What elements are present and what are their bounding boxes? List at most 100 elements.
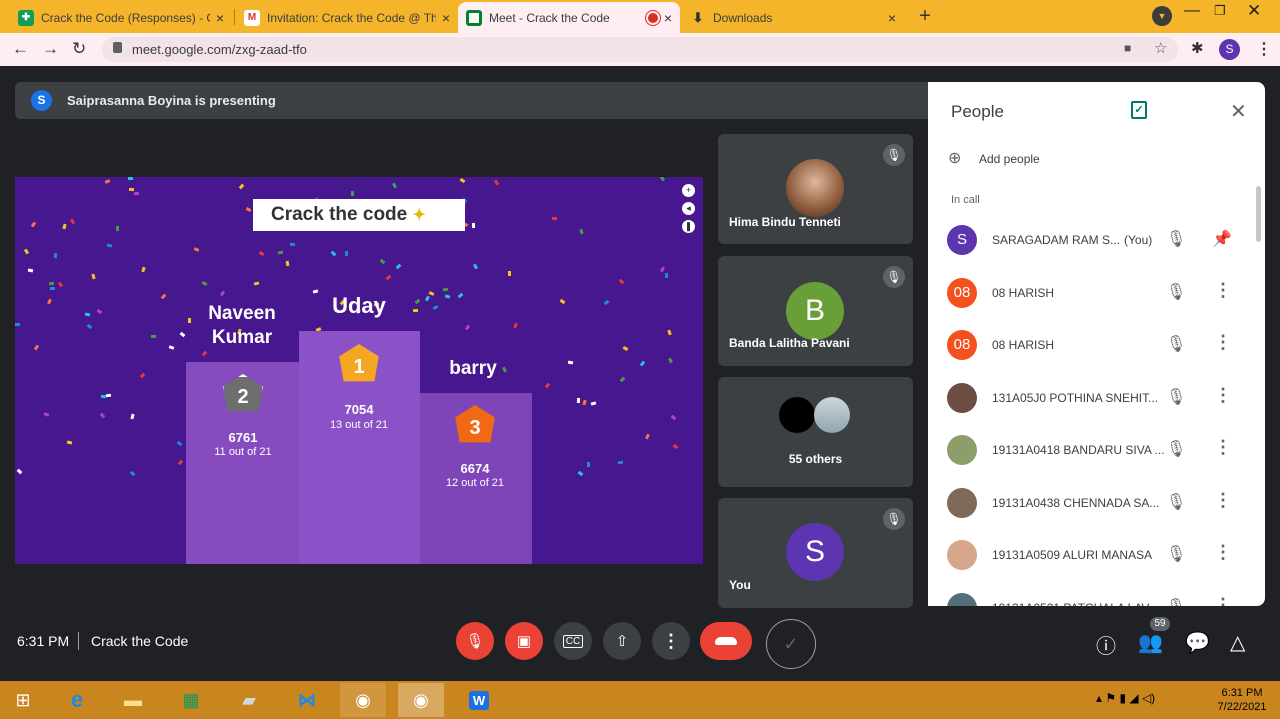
participant-row[interactable]: 19131A0438 CHENNADA SA... 🎙 ⋮ xyxy=(928,478,1265,530)
leave-call-button[interactable] xyxy=(700,622,752,660)
others-tile[interactable]: 55 others xyxy=(718,377,913,487)
participant-row[interactable]: 08 08 HARISH 🎙 ⋮ xyxy=(928,268,1265,320)
close-tab-icon[interactable]: × xyxy=(664,10,672,26)
more-options-icon[interactable]: ⋮ xyxy=(1214,542,1232,563)
hang-up-icon xyxy=(715,637,737,645)
internet-explorer-icon[interactable]: e xyxy=(54,683,100,717)
activities-icon[interactable]: △ xyxy=(1230,630,1245,655)
wps-writer-icon[interactable]: W xyxy=(456,683,502,717)
people-icon[interactable]: 👥 xyxy=(1138,630,1163,655)
confetti-piece xyxy=(622,345,629,352)
camera-toggle-button[interactable]: ▣ xyxy=(505,622,543,660)
more-options-button[interactable]: ⋮ xyxy=(652,622,690,660)
close-panel-icon[interactable]: ✕ xyxy=(1230,99,1247,124)
chrome-menu-icon[interactable]: ⋮ xyxy=(1256,39,1272,59)
file-explorer-icon[interactable]: ▬ xyxy=(110,683,156,717)
google-sheets-icon: ✚ xyxy=(18,9,34,26)
back-arrow-icon[interactable]: ← xyxy=(12,39,29,59)
tab-gmail-invitation[interactable]: M Invitation: Crack the Code @ Thu × xyxy=(236,2,458,33)
close-tab-icon[interactable]: × xyxy=(442,10,450,26)
participant-row[interactable]: 08 08 HARISH 🎙 ⋮ xyxy=(928,320,1265,372)
system-tray-icons[interactable]: ▴ ⚑ ▮ ◢ ◁) xyxy=(1096,691,1155,705)
more-options-icon[interactable]: ⋮ xyxy=(1214,595,1232,607)
microphone-toggle-button[interactable]: 🎙 xyxy=(456,622,494,660)
close-window-icon[interactable]: ✕ xyxy=(1247,1,1261,21)
captions-button[interactable]: CC xyxy=(554,622,592,660)
lock-icon xyxy=(113,42,122,53)
recording-indicator-icon xyxy=(647,12,658,23)
participant-row[interactable]: 19131A0521 PATCHALA LAV...🎙⋮ xyxy=(928,583,1265,607)
confetti-piece xyxy=(115,225,120,232)
chrome-window-icon[interactable]: ◉ xyxy=(340,683,386,717)
confetti-piece xyxy=(99,412,106,419)
more-options-icon[interactable]: ⋮ xyxy=(1214,332,1232,353)
participant-name: 19131A0438 CHENNADA SA... xyxy=(992,495,1160,510)
confetti-piece xyxy=(33,344,40,351)
mic-off-icon[interactable]: 🎙 xyxy=(1166,387,1186,407)
mic-off-icon[interactable]: 🎙 xyxy=(1166,544,1186,564)
confetti-piece xyxy=(603,299,610,306)
forward-arrow-icon[interactable]: → xyxy=(42,39,59,59)
mic-off-icon[interactable]: 🎙 xyxy=(1166,492,1186,512)
self-tile[interactable]: 🎙 S You xyxy=(718,498,913,608)
participant-tile[interactable]: 🎙 B Banda Lalitha Pavani xyxy=(718,256,913,366)
confetti-piece xyxy=(176,440,183,447)
panel-scrollbar[interactable] xyxy=(1256,186,1261,242)
participant-row[interactable]: 131A05J0 POTHINA SNEHIT... 🎙 ⋮ xyxy=(928,373,1265,425)
vscode-icon[interactable]: ⋈ xyxy=(284,683,330,717)
close-tab-icon[interactable]: × xyxy=(888,10,896,26)
captions-icon: CC xyxy=(562,634,584,648)
mic-off-icon[interactable]: 🎙 xyxy=(1166,334,1186,354)
confetti-piece xyxy=(201,350,208,357)
participant-avatar xyxy=(947,435,977,465)
start-windows-icon[interactable]: ⊞ xyxy=(0,683,46,717)
mic-off-icon[interactable]: 🎙 xyxy=(1166,597,1186,607)
present-screen-button[interactable]: ⇧ xyxy=(603,622,641,660)
confetti-piece xyxy=(344,250,349,257)
confetti-piece xyxy=(667,329,672,336)
tab-sheets-responses[interactable]: ✚ Crack the Code (Responses) - Go × xyxy=(10,2,232,33)
profile-avatar[interactable]: S xyxy=(1219,39,1240,60)
mic-off-icon[interactable]: 🎙 xyxy=(1166,439,1186,459)
add-people-button[interactable]: ⊕ Add people xyxy=(948,148,1148,170)
mic-off-icon[interactable]: 🎙 xyxy=(1166,229,1186,249)
store-icon[interactable]: ▦ xyxy=(168,683,214,717)
camera-in-use-icon[interactable]: ■ xyxy=(1124,41,1131,55)
new-tab-button[interactable]: + xyxy=(912,5,938,27)
windows-taskbar: ⊞ e ▬ ▦ ▰ ⋈ ◉ ◉ W ▴ ⚑ ▮ ◢ ◁) 6:31 PM 7/2… xyxy=(0,681,1280,719)
address-bar[interactable]: meet.google.com/zxg-zaad-tfo ■ ☆ xyxy=(102,37,1178,62)
pin-icon[interactable]: 📌 xyxy=(1212,229,1232,249)
more-options-icon[interactable]: ⋮ xyxy=(1214,280,1232,301)
mic-off-icon[interactable]: 🎙 xyxy=(1166,282,1186,302)
participant-row[interactable]: 19131A0418 BANDARU SIVA ... 🎙 ⋮ xyxy=(928,425,1265,477)
extensions-puzzle-icon[interactable]: ✱ xyxy=(1191,39,1204,57)
meeting-info-icon[interactable]: ⓘ xyxy=(1096,630,1116,659)
pause-icon[interactable]: ❚ xyxy=(682,220,695,233)
confetti-piece xyxy=(141,266,146,273)
more-options-icon[interactable]: ⋮ xyxy=(1214,385,1232,406)
more-options-icon[interactable]: ⋮ xyxy=(1214,490,1232,511)
tab-meet[interactable]: Meet - Crack the Code × xyxy=(458,2,680,33)
zoom-in-icon[interactable]: + xyxy=(682,184,695,197)
tab-search-icon[interactable]: ▼ xyxy=(1152,6,1172,26)
participant-name: 131A05J0 POTHINA SNEHIT... xyxy=(992,390,1159,405)
bookmark-star-icon[interactable]: ☆ xyxy=(1154,39,1167,57)
more-options-icon[interactable]: ⋮ xyxy=(1214,437,1232,458)
participant-row[interactable]: S SARAGADAM RAM S... (You) 🎙 📌 xyxy=(928,215,1265,267)
podium-third-score: 6674 xyxy=(460,461,490,476)
restore-window-icon[interactable]: ❐ xyxy=(1214,3,1226,19)
tab-downloads[interactable]: ⬇ Downloads × xyxy=(682,2,904,33)
check-button[interactable]: ✓ xyxy=(766,619,816,669)
system-clock[interactable]: 6:31 PM 7/22/2021 xyxy=(1210,686,1274,714)
previous-icon[interactable]: ◂ xyxy=(682,202,695,215)
chat-icon[interactable]: 💬 xyxy=(1185,630,1210,655)
app-icon[interactable]: ▰ xyxy=(226,683,272,717)
participant-tile[interactable]: 🎙 Hima Bindu Tenneti xyxy=(718,134,913,244)
minimize-window-icon[interactable]: — xyxy=(1184,2,1200,20)
participant-row[interactable]: 19131A0509 ALURI MANASA 🎙 ⋮ xyxy=(928,530,1265,582)
confetti-piece xyxy=(432,305,439,310)
host-controls-icon[interactable]: ✓ xyxy=(1131,101,1147,119)
reload-icon[interactable]: ↻ xyxy=(72,39,86,59)
close-tab-icon[interactable]: × xyxy=(216,10,224,26)
chrome-profile-window-icon[interactable]: ◉ xyxy=(398,683,444,717)
